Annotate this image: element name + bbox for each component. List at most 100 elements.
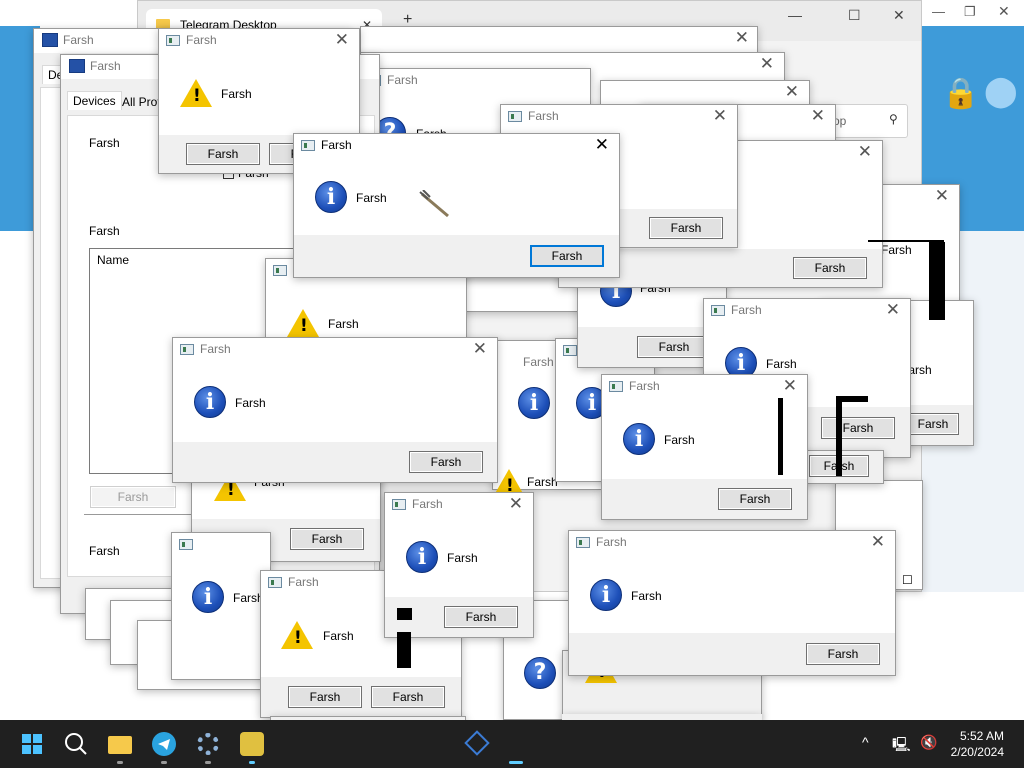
- taskbar: ^ 🖳 🔇 5:52 AM 2/20/2024: [0, 720, 1024, 768]
- settings-title: Farsh: [63, 33, 94, 47]
- info-icon: i: [315, 181, 347, 213]
- restore-icon[interactable]: ❐: [964, 4, 976, 20]
- dialog-footer: Farsh: [602, 479, 807, 519]
- yes-button[interactable]: Farsh: [288, 686, 362, 708]
- dialog-footer: Farsh: [173, 442, 497, 482]
- glitch-artifact: [868, 240, 944, 242]
- dialog-window: Farsh ✕ i Farsh Farsh: [568, 530, 896, 676]
- glitch-artifact: [836, 396, 868, 402]
- network-icon[interactable]: 🖳: [892, 734, 911, 758]
- dialog-message: Farsh: [527, 475, 558, 489]
- minimize-icon[interactable]: —: [932, 4, 945, 19]
- app-icon: [392, 499, 406, 510]
- ok-button[interactable]: Farsh: [718, 488, 792, 510]
- settings-label: Farsh: [89, 136, 120, 150]
- dialog-title: Farsh: [528, 109, 559, 123]
- close-icon[interactable]: ✕: [998, 3, 1010, 20]
- ok-button[interactable]: Farsh: [444, 606, 518, 628]
- close-icon[interactable]: ✕: [713, 107, 727, 125]
- glitch-artifact: [929, 242, 945, 320]
- dialog-title: Farsh: [596, 535, 627, 549]
- close-icon[interactable]: ✕: [760, 55, 774, 73]
- dialog-footer: Farsh Farsh: [261, 677, 461, 717]
- dialog-title: Farsh: [186, 33, 217, 47]
- dialog-footer: Farsh: [294, 235, 619, 277]
- app-button[interactable]: [236, 728, 268, 764]
- ok-button[interactable]: Farsh: [793, 257, 867, 279]
- ok-button[interactable]: Farsh: [806, 643, 880, 665]
- dialog-footer: Farsh: [569, 633, 895, 675]
- yes-button[interactable]: Farsh: [186, 143, 260, 165]
- ok-button[interactable]: Farsh: [637, 336, 711, 358]
- active-dialog-window: Farsh ✕ i Farsh Farsh: [293, 133, 620, 278]
- maximize-icon[interactable]: ☐: [902, 573, 913, 587]
- close-icon[interactable]: ✕: [735, 29, 749, 47]
- info-icon: i: [623, 423, 655, 455]
- question-icon: ?: [524, 657, 556, 689]
- app-icon: [563, 345, 577, 356]
- ok-button[interactable]: Farsh: [821, 417, 895, 439]
- tab-devices[interactable]: Devices: [67, 91, 122, 110]
- ok-button[interactable]: Farsh: [290, 528, 364, 550]
- clock[interactable]: 5:52 AM 2/20/2024: [940, 728, 1004, 760]
- close-icon[interactable]: ✕: [783, 377, 797, 395]
- close-icon[interactable]: ✕: [509, 495, 523, 513]
- disabled-button[interactable]: Farsh: [90, 486, 176, 508]
- glitch-artifact: [397, 608, 412, 620]
- close-icon[interactable]: ✕: [473, 340, 487, 358]
- app-icon: [508, 111, 522, 122]
- search-button[interactable]: [60, 728, 92, 760]
- app-icon: [301, 140, 315, 151]
- glitch-artifact: [836, 396, 842, 476]
- dialog-message: Farsh: [631, 589, 662, 603]
- ok-button[interactable]: Farsh: [907, 413, 959, 435]
- app-icon: [166, 35, 180, 46]
- info-icon: i: [406, 541, 438, 573]
- close-icon[interactable]: ✕: [811, 107, 825, 125]
- close-icon[interactable]: ✕: [871, 533, 885, 551]
- dialog-title: Farsh: [629, 379, 660, 393]
- app-button[interactable]: [500, 728, 532, 764]
- ok-button[interactable]: Farsh: [649, 217, 723, 239]
- close-icon[interactable]: ✕: [785, 83, 799, 101]
- close-icon[interactable]: ✕: [893, 7, 905, 24]
- monitor-icon: [42, 33, 58, 47]
- close-icon[interactable]: ✕: [886, 301, 900, 319]
- clock-time: 5:52 AM: [959, 729, 1004, 743]
- file-explorer-button[interactable]: [104, 728, 136, 764]
- minimize-icon[interactable]: —: [788, 7, 802, 23]
- no-button[interactable]: Farsh: [371, 686, 445, 708]
- app-button[interactable]: [462, 728, 494, 760]
- app-icon: [464, 730, 490, 756]
- maximize-icon[interactable]: ☐: [848, 7, 861, 24]
- lock-icon: 🔒: [942, 77, 980, 110]
- ok-button[interactable]: Farsh: [409, 451, 483, 473]
- close-icon[interactable]: ✕: [335, 31, 349, 49]
- app-icon: [711, 305, 725, 316]
- glitch-artifact: [778, 398, 783, 475]
- search-icon[interactable]: ⚲: [889, 112, 898, 126]
- settings-button[interactable]: [192, 728, 224, 764]
- app-icon: [179, 539, 193, 550]
- settings-label: Farsh: [89, 224, 120, 238]
- ok-button[interactable]: Farsh: [530, 245, 604, 267]
- telegram-button[interactable]: [148, 728, 180, 764]
- telegram-icon: [152, 732, 176, 756]
- warning-icon: !: [281, 621, 313, 649]
- close-icon[interactable]: ✕: [858, 143, 872, 161]
- info-icon: i: [518, 387, 550, 419]
- settings-label: Farsh: [89, 544, 120, 558]
- telegram-right-titlebar: — ❐ ✕: [922, 0, 1024, 26]
- chevron-up-icon[interactable]: ^: [862, 734, 869, 750]
- close-icon[interactable]: ✕: [595, 136, 609, 154]
- dialog-window: i Farsh: [171, 532, 271, 680]
- close-icon[interactable]: ✕: [935, 187, 949, 205]
- dialog-window: Farsh ✕ i Farsh Farsh: [172, 337, 498, 483]
- app-icon: [273, 265, 287, 276]
- volume-icon[interactable]: 🔇: [920, 734, 937, 751]
- dialog-title: Farsh: [288, 575, 319, 589]
- info-icon: i: [194, 386, 226, 418]
- search-icon: [65, 733, 87, 755]
- dialog-message: Farsh: [356, 191, 387, 205]
- start-button[interactable]: [16, 728, 48, 760]
